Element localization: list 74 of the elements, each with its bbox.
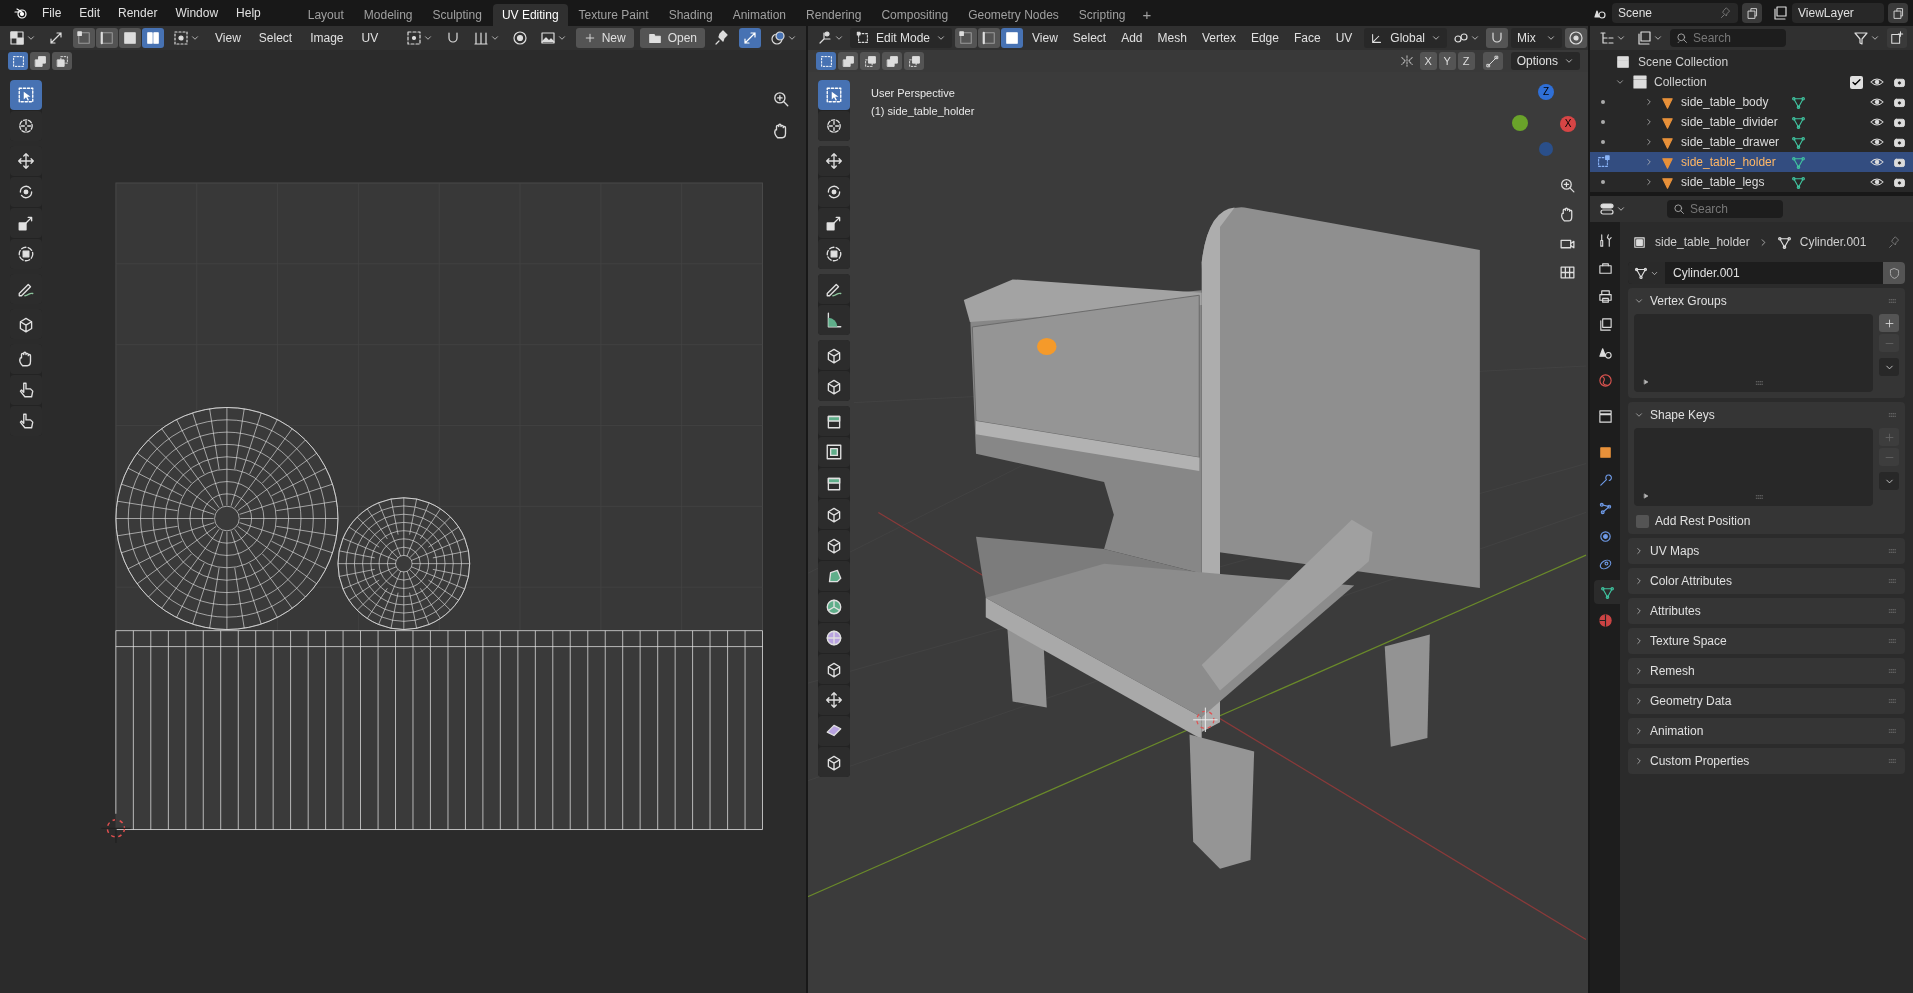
menu-item[interactable]: View: [1026, 28, 1064, 48]
panel-header[interactable]: UV Maps: [1628, 538, 1905, 564]
axis-toggle[interactable]: Z: [1457, 52, 1475, 70]
outliner-row[interactable]: side_table_divider: [1590, 112, 1913, 132]
x-axis-label: X: [1560, 116, 1576, 132]
panel-header[interactable]: Remesh: [1628, 658, 1905, 684]
panel-header[interactable]: Color Attributes: [1628, 568, 1905, 594]
axis-toggle[interactable]: X: [1419, 52, 1437, 70]
menu-item[interactable]: Add: [1115, 28, 1149, 48]
panel-header[interactable]: Animation: [1628, 718, 1905, 744]
panel-header[interactable]: Shape Keys: [1628, 402, 1905, 428]
menu-item[interactable]: Edit: [71, 3, 109, 23]
menu-item[interactable]: Render: [110, 3, 166, 23]
outliner-item-text: Scene Collection: [1638, 54, 1729, 71]
outliner-item-text: side_table_divider: [1681, 114, 1779, 131]
workspace-tab[interactable]: Compositing: [872, 4, 958, 26]
menu-item[interactable]: Mesh: [1151, 28, 1193, 48]
z-axis-label: Z: [1538, 84, 1554, 100]
outliner-row[interactable]: side_table_body: [1590, 92, 1913, 112]
checkbox-label: Add Rest Position: [1655, 513, 1751, 530]
outliner-item-text: side_table_legs: [1681, 174, 1766, 191]
workspace-tab[interactable]: Sculpting: [423, 4, 491, 26]
panel-header[interactable]: Vertex Groups: [1628, 288, 1905, 314]
workspace-tab[interactable]: Animation: [723, 4, 796, 26]
menu-item[interactable]: Vertex: [1195, 28, 1242, 48]
menu-item[interactable]: UV: [355, 28, 385, 48]
panel-header[interactable]: Geometry Data: [1628, 688, 1905, 714]
mesh-field[interactable]: Cylinder.001: [1628, 262, 1905, 284]
panel-header[interactable]: Texture Space: [1628, 628, 1905, 654]
outliner-row[interactable]: side_table_legs: [1590, 172, 1913, 192]
workspace-tab[interactable]: UV Editing: [492, 4, 568, 26]
add-workspace-button[interactable]: +: [1136, 4, 1158, 26]
menu-item[interactable]: Select: [1066, 28, 1113, 48]
menu-item[interactable]: Help: [228, 3, 269, 23]
menu-item[interactable]: Window: [167, 3, 227, 23]
menu-item[interactable]: UV: [1329, 28, 1359, 48]
search-field[interactable]: Search: [1667, 200, 1783, 218]
search-input[interactable]: Search: [1693, 29, 1773, 47]
menu-item[interactable]: View: [209, 28, 247, 48]
view-layer-field[interactable]: ViewLayer: [1792, 3, 1884, 23]
breadcrumb-text: side_table_holder: [1655, 234, 1750, 251]
menu-item[interactable]: Image: [304, 28, 350, 48]
search-field[interactable]: Search: [1670, 29, 1786, 47]
menu-item[interactable]: Edge: [1244, 28, 1285, 48]
new-image-button[interactable]: New: [575, 28, 634, 48]
viewport-info-text: (1) side_table_holder: [871, 104, 975, 119]
menu-item[interactable]: Select: [252, 28, 299, 48]
panel-header[interactable]: Custom Properties: [1628, 748, 1905, 774]
options-dropdown[interactable]: Options: [1510, 52, 1580, 70]
outliner-item-text: side_table_body: [1681, 94, 1770, 111]
workspace-tab[interactable]: Rendering: [797, 4, 871, 26]
menu-item[interactable]: File: [34, 3, 70, 23]
outliner-item-text: Collection: [1654, 74, 1708, 91]
mode-dropdown[interactable]: Edit Mode: [850, 28, 953, 48]
workspace-tab[interactable]: Modeling: [354, 4, 422, 26]
workspace-tab[interactable]: Scripting: [1069, 4, 1135, 26]
search-input[interactable]: Search: [1690, 200, 1770, 218]
viewport-info-text: User Perspective: [871, 86, 956, 101]
workspace-tab[interactable]: Geometry Nodes: [959, 4, 1068, 26]
menu-item[interactable]: Face: [1287, 28, 1327, 48]
outliner-item-text: side_table_drawer: [1681, 134, 1781, 151]
workspace-tab[interactable]: Layout: [298, 4, 353, 26]
scene-field[interactable]: Scene: [1612, 3, 1738, 23]
orientation-dropdown[interactable]: Global: [1364, 28, 1447, 48]
panel-header[interactable]: Attributes: [1628, 598, 1905, 624]
workspace-tab[interactable]: Texture Paint: [569, 4, 658, 26]
outliner-row[interactable]: side_table_drawer: [1590, 132, 1913, 152]
workspace-tab[interactable]: Shading: [659, 4, 722, 26]
falloff-dropdown[interactable]: Mix: [1511, 28, 1562, 48]
outliner-item-text: side_table_holder: [1681, 154, 1777, 171]
axis-toggle[interactable]: Y: [1438, 52, 1456, 70]
outliner-row[interactable]: side_table_holder: [1590, 152, 1913, 172]
open-image-button[interactable]: Open: [639, 28, 705, 48]
breadcrumb-text: Cylinder.001: [1799, 234, 1868, 251]
